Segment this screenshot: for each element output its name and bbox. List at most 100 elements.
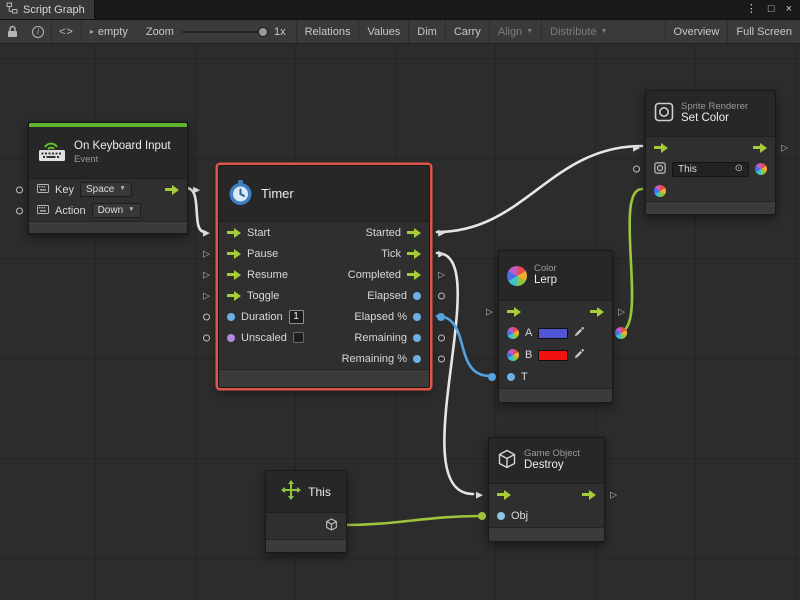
node-set-color[interactable]: Sprite Renderer Set Color ▶ ▷ This [645, 90, 776, 215]
flow-out-port[interactable] [165, 185, 179, 195]
b-color-swatch[interactable] [538, 350, 568, 361]
flow-in-marker[interactable]: ▷ [486, 307, 493, 316]
action-dropdown[interactable]: Down▼ [92, 203, 141, 218]
t-port-marker[interactable] [488, 373, 496, 381]
duration-input[interactable]: 1 [289, 310, 304, 324]
flow-in-port[interactable] [654, 143, 668, 153]
color-in-port[interactable] [654, 185, 666, 197]
key-port-marker[interactable] [16, 186, 23, 193]
flow-in-pause-port[interactable] [227, 249, 241, 259]
flow-in-marker[interactable]: ▶ [633, 143, 640, 152]
flow-out-port[interactable] [582, 490, 596, 500]
unscaled-port-marker[interactable] [203, 334, 210, 341]
flow-out-marker[interactable]: ▷ [781, 143, 788, 152]
a-color-swatch[interactable] [538, 328, 568, 339]
timer-row-duration-elapsedpct: Duration1 Elapsed % [219, 306, 429, 327]
flow-out-marker[interactable]: ▷ [610, 490, 617, 499]
wire-timer-elapsedpct-to-lerp-t[interactable] [437, 316, 490, 376]
t-port[interactable] [507, 373, 515, 381]
node-this[interactable]: This [265, 470, 347, 553]
flow-in-toggle-port[interactable] [227, 291, 241, 301]
graph-breadcrumb[interactable]: ▸ empty [82, 20, 136, 43]
values-label: Values [367, 26, 400, 38]
flow-in-resume-port[interactable] [227, 270, 241, 280]
elapsed-port-marker[interactable] [438, 292, 445, 299]
color-wheel-icon [507, 266, 527, 286]
color-result-port[interactable] [615, 327, 627, 339]
target-object-field[interactable]: This ⊙ [672, 162, 749, 177]
node-timer[interactable]: Timer ▶ Start Started ▶ ▷ Pause Tick ▶ ▷… [218, 165, 430, 388]
unscaled-port[interactable] [227, 334, 235, 342]
elapsed-pct-port-marker[interactable] [437, 313, 445, 321]
duration-port[interactable] [227, 313, 235, 321]
carry-button[interactable]: Carry [446, 20, 489, 43]
distribute-button[interactable]: Distribute▼ [542, 20, 615, 43]
object-picker-icon[interactable]: ⊙ [735, 164, 743, 174]
node-destroy[interactable]: Game Object Destroy ▶ ▷ Obj [488, 437, 605, 542]
relations-button[interactable]: Relations [297, 20, 359, 43]
align-button[interactable]: Align▼ [490, 20, 541, 43]
window-close-button[interactable]: × [786, 4, 792, 15]
game-object-cube-icon [497, 449, 517, 472]
remaining-port-marker[interactable] [438, 334, 445, 341]
remaining-pct-port[interactable] [413, 355, 421, 363]
flow-out-marker[interactable]: ▶ [193, 185, 200, 194]
color-out-port[interactable] [755, 163, 767, 175]
wire-timer-started-to-setcolor[interactable] [437, 146, 642, 232]
flow-in-port[interactable] [497, 490, 511, 500]
setcolor-row-target: This ⊙ [646, 158, 775, 180]
obj-port[interactable] [497, 512, 505, 520]
zoom-label: Zoom [146, 26, 174, 38]
zoom-slider[interactable] [182, 31, 266, 33]
b-port[interactable] [507, 349, 519, 361]
completed-port-marker[interactable]: ▷ [438, 270, 445, 279]
dim-button[interactable]: Dim [409, 20, 445, 43]
unscaled-checkbox[interactable] [293, 332, 304, 343]
graph-canvas[interactable]: On Keyboard Input Event Key Space▼ ▶ [0, 44, 800, 600]
wire-this-to-destroy-obj[interactable] [344, 516, 481, 525]
node-color-lerp[interactable]: Color Lerp ▷ ▷ A B [498, 250, 613, 403]
overview-button[interactable]: Overview [666, 20, 728, 43]
resume-port-marker[interactable]: ▷ [203, 270, 210, 279]
flow-out-port[interactable] [590, 307, 604, 317]
started-port-marker[interactable]: ▶ [438, 228, 445, 237]
tab-script-graph[interactable]: Script Graph [0, 0, 95, 19]
window-menu-button[interactable]: ⋮ [746, 4, 757, 15]
wire-timer-tick-to-destroy[interactable] [437, 253, 473, 494]
code-icon: <> [59, 26, 74, 38]
flow-out-started-port[interactable] [407, 228, 421, 238]
flow-in-start-port[interactable] [227, 228, 241, 238]
target-port-marker[interactable] [633, 166, 640, 173]
eyedropper-icon[interactable] [574, 348, 585, 362]
pause-port-marker[interactable]: ▷ [203, 249, 210, 258]
lock-button[interactable] [0, 20, 25, 43]
window-maximize-button[interactable]: □ [768, 4, 775, 15]
obj-port-marker[interactable] [478, 512, 486, 520]
start-port-marker[interactable]: ▶ [203, 228, 210, 237]
zoom-slider-knob[interactable] [258, 27, 268, 37]
edit-code-button[interactable]: <> [52, 20, 81, 43]
flow-in-marker[interactable]: ▶ [476, 490, 483, 499]
flow-out-marker[interactable]: ▷ [618, 307, 625, 316]
elapsed-port[interactable] [413, 292, 421, 300]
node-on-keyboard-input[interactable]: On Keyboard Input Event Key Space▼ ▶ [28, 122, 188, 234]
flow-out-port[interactable] [753, 143, 767, 153]
action-port-marker[interactable] [16, 207, 23, 214]
tick-port-marker[interactable]: ▶ [438, 249, 445, 258]
remaining-port[interactable] [413, 334, 421, 342]
flow-out-tick-port[interactable] [407, 249, 421, 259]
remaining-pct-port-marker[interactable] [438, 355, 445, 362]
flow-in-port[interactable] [507, 307, 521, 317]
key-dropdown[interactable]: Space▼ [80, 182, 132, 197]
duration-port-marker[interactable] [203, 313, 210, 320]
flow-out-completed-port[interactable] [407, 270, 421, 280]
values-button[interactable]: Values [359, 20, 408, 43]
wire-keyboard-to-timer-start[interactable] [186, 188, 205, 232]
a-port[interactable] [507, 327, 519, 339]
info-toggle-button[interactable]: i [25, 20, 51, 43]
elapsed-pct-port[interactable] [413, 313, 421, 321]
eyedropper-icon[interactable] [574, 326, 585, 340]
toggle-port-marker[interactable]: ▷ [203, 291, 210, 300]
game-object-out-port[interactable] [325, 518, 338, 534]
fullscreen-button[interactable]: Full Screen [728, 20, 800, 43]
